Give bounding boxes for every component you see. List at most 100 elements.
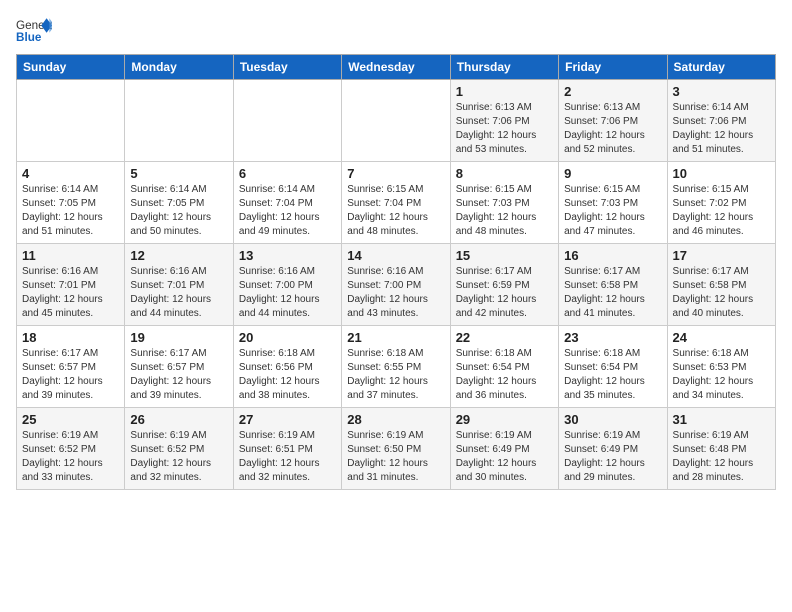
day-of-week-header: Saturday: [667, 55, 775, 80]
calendar-cell: 1 Sunrise: 6:13 AM Sunset: 7:06 PM Daylig…: [450, 80, 558, 162]
calendar-cell: 16 Sunrise: 6:17 AM Sunset: 6:58 PM Dayli…: [559, 244, 667, 326]
day-number: 3: [673, 84, 770, 99]
day-info: Sunrise: 6:18 AM Sunset: 6:55 PM Dayligh…: [347, 347, 444, 403]
calendar-cell: 8 Sunrise: 6:15 AM Sunset: 7:03 PM Daylig…: [450, 162, 558, 244]
day-info: Sunrise: 6:16 AM Sunset: 7:01 PM Dayligh…: [22, 265, 119, 321]
calendar-header-row: SundayMondayTuesdayWednesdayThursdayFrid…: [17, 55, 776, 80]
day-info: Sunrise: 6:17 AM Sunset: 6:58 PM Dayligh…: [564, 265, 661, 321]
day-number: 17: [673, 248, 770, 263]
day-info: Sunrise: 6:15 AM Sunset: 7:04 PM Dayligh…: [347, 183, 444, 239]
day-number: 14: [347, 248, 444, 263]
day-number: 2: [564, 84, 661, 99]
day-number: 21: [347, 330, 444, 345]
calendar-cell: 19Sunrise: 6:17 AM Sunset: 6:57 PM Dayli…: [125, 326, 233, 408]
day-number: 20: [239, 330, 336, 345]
day-info: Sunrise: 6:14 AM Sunset: 7:05 PM Dayligh…: [22, 183, 119, 239]
calendar-cell: 30 Sunrise: 6:19 AM Sunset: 6:49 PM Dayli…: [559, 408, 667, 490]
calendar-cell: 15 Sunrise: 6:17 AM Sunset: 6:59 PM Dayli…: [450, 244, 558, 326]
calendar-cell: 13 Sunrise: 6:16 AM Sunset: 7:00 PM Dayli…: [233, 244, 341, 326]
calendar-cell: 7 Sunrise: 6:15 AM Sunset: 7:04 PM Daylig…: [342, 162, 450, 244]
calendar-cell: 10 Sunrise: 6:15 AM Sunset: 7:02 PM Dayli…: [667, 162, 775, 244]
calendar-cell: 31 Sunrise: 6:19 AM Sunset: 6:48 PM Dayli…: [667, 408, 775, 490]
day-of-week-header: Sunday: [17, 55, 125, 80]
day-info: Sunrise: 6:13 AM Sunset: 7:06 PM Dayligh…: [564, 101, 661, 157]
day-number: 24: [673, 330, 770, 345]
calendar-cell: 23Sunrise: 6:18 AM Sunset: 6:54 PM Dayli…: [559, 326, 667, 408]
day-info: Sunrise: 6:13 AM Sunset: 7:06 PM Dayligh…: [456, 101, 553, 157]
day-info: Sunrise: 6:19 AM Sunset: 6:52 PM Dayligh…: [22, 429, 119, 485]
calendar-cell: 21 Sunrise: 6:18 AM Sunset: 6:55 PM Dayli…: [342, 326, 450, 408]
day-info: Sunrise: 6:18 AM Sunset: 6:53 PM Dayligh…: [673, 347, 770, 403]
day-info: Sunrise: 6:16 AM Sunset: 7:00 PM Dayligh…: [239, 265, 336, 321]
calendar-cell: 20 Sunrise: 6:18 AM Sunset: 6:56 PM Dayli…: [233, 326, 341, 408]
day-info: Sunrise: 6:19 AM Sunset: 6:52 PM Dayligh…: [130, 429, 227, 485]
day-info: Sunrise: 6:17 AM Sunset: 6:59 PM Dayligh…: [456, 265, 553, 321]
day-of-week-header: Monday: [125, 55, 233, 80]
day-number: 31: [673, 412, 770, 427]
calendar-cell: 26Sunrise: 6:19 AM Sunset: 6:52 PM Dayli…: [125, 408, 233, 490]
calendar-cell: 24 Sunrise: 6:18 AM Sunset: 6:53 PM Dayli…: [667, 326, 775, 408]
calendar-week-row: 18Sunrise: 6:17 AM Sunset: 6:57 PM Dayli…: [17, 326, 776, 408]
day-of-week-header: Tuesday: [233, 55, 341, 80]
day-number: 12: [130, 248, 227, 263]
calendar-cell: 17Sunrise: 6:17 AM Sunset: 6:58 PM Dayli…: [667, 244, 775, 326]
day-number: 10: [673, 166, 770, 181]
day-info: Sunrise: 6:18 AM Sunset: 6:56 PM Dayligh…: [239, 347, 336, 403]
calendar-cell: 2 Sunrise: 6:13 AM Sunset: 7:06 PM Daylig…: [559, 80, 667, 162]
day-number: 1: [456, 84, 553, 99]
day-of-week-header: Wednesday: [342, 55, 450, 80]
day-number: 9: [564, 166, 661, 181]
calendar-cell: 25Sunrise: 6:19 AM Sunset: 6:52 PM Dayli…: [17, 408, 125, 490]
calendar-cell: 27Sunrise: 6:19 AM Sunset: 6:51 PM Dayli…: [233, 408, 341, 490]
day-info: Sunrise: 6:14 AM Sunset: 7:04 PM Dayligh…: [239, 183, 336, 239]
day-number: 7: [347, 166, 444, 181]
day-info: Sunrise: 6:16 AM Sunset: 7:00 PM Dayligh…: [347, 265, 444, 321]
logo: General Blue: [16, 16, 52, 44]
calendar-cell: 3Sunrise: 6:14 AM Sunset: 7:06 PM Daylig…: [667, 80, 775, 162]
svg-text:Blue: Blue: [16, 31, 42, 44]
page-header: General Blue: [16, 16, 776, 44]
calendar-cell: 11 Sunrise: 6:16 AM Sunset: 7:01 PM Dayli…: [17, 244, 125, 326]
day-number: 29: [456, 412, 553, 427]
day-info: Sunrise: 6:15 AM Sunset: 7:03 PM Dayligh…: [456, 183, 553, 239]
day-info: Sunrise: 6:19 AM Sunset: 6:49 PM Dayligh…: [564, 429, 661, 485]
day-number: 27: [239, 412, 336, 427]
day-number: 5: [130, 166, 227, 181]
calendar-cell: 6 Sunrise: 6:14 AM Sunset: 7:04 PM Daylig…: [233, 162, 341, 244]
calendar-week-row: 11 Sunrise: 6:16 AM Sunset: 7:01 PM Dayli…: [17, 244, 776, 326]
calendar-cell: 14 Sunrise: 6:16 AM Sunset: 7:00 PM Dayli…: [342, 244, 450, 326]
day-info: Sunrise: 6:15 AM Sunset: 7:02 PM Dayligh…: [673, 183, 770, 239]
day-number: 23: [564, 330, 661, 345]
day-number: 13: [239, 248, 336, 263]
calendar-week-row: 4 Sunrise: 6:14 AM Sunset: 7:05 PM Daylig…: [17, 162, 776, 244]
calendar-cell: 29 Sunrise: 6:19 AM Sunset: 6:49 PM Dayli…: [450, 408, 558, 490]
calendar-cell: 28 Sunrise: 6:19 AM Sunset: 6:50 PM Dayli…: [342, 408, 450, 490]
day-of-week-header: Thursday: [450, 55, 558, 80]
day-info: Sunrise: 6:19 AM Sunset: 6:48 PM Dayligh…: [673, 429, 770, 485]
day-number: 28: [347, 412, 444, 427]
day-number: 8: [456, 166, 553, 181]
day-number: 6: [239, 166, 336, 181]
calendar-cell: 9 Sunrise: 6:15 AM Sunset: 7:03 PM Daylig…: [559, 162, 667, 244]
day-info: Sunrise: 6:14 AM Sunset: 7:05 PM Dayligh…: [130, 183, 227, 239]
calendar-cell: [233, 80, 341, 162]
calendar-cell: [125, 80, 233, 162]
day-number: 16: [564, 248, 661, 263]
day-info: Sunrise: 6:17 AM Sunset: 6:57 PM Dayligh…: [22, 347, 119, 403]
day-info: Sunrise: 6:19 AM Sunset: 6:50 PM Dayligh…: [347, 429, 444, 485]
day-number: 15: [456, 248, 553, 263]
day-info: Sunrise: 6:15 AM Sunset: 7:03 PM Dayligh…: [564, 183, 661, 239]
day-number: 30: [564, 412, 661, 427]
calendar-cell: [17, 80, 125, 162]
day-number: 11: [22, 248, 119, 263]
day-info: Sunrise: 6:16 AM Sunset: 7:01 PM Dayligh…: [130, 265, 227, 321]
calendar-cell: 4 Sunrise: 6:14 AM Sunset: 7:05 PM Daylig…: [17, 162, 125, 244]
calendar-cell: 22Sunrise: 6:18 AM Sunset: 6:54 PM Dayli…: [450, 326, 558, 408]
calendar-cell: [342, 80, 450, 162]
calendar-table: SundayMondayTuesdayWednesdayThursdayFrid…: [16, 54, 776, 490]
day-number: 19: [130, 330, 227, 345]
calendar-cell: 12 Sunrise: 6:16 AM Sunset: 7:01 PM Dayli…: [125, 244, 233, 326]
calendar-week-row: 1 Sunrise: 6:13 AM Sunset: 7:06 PM Daylig…: [17, 80, 776, 162]
day-number: 4: [22, 166, 119, 181]
day-info: Sunrise: 6:19 AM Sunset: 6:49 PM Dayligh…: [456, 429, 553, 485]
